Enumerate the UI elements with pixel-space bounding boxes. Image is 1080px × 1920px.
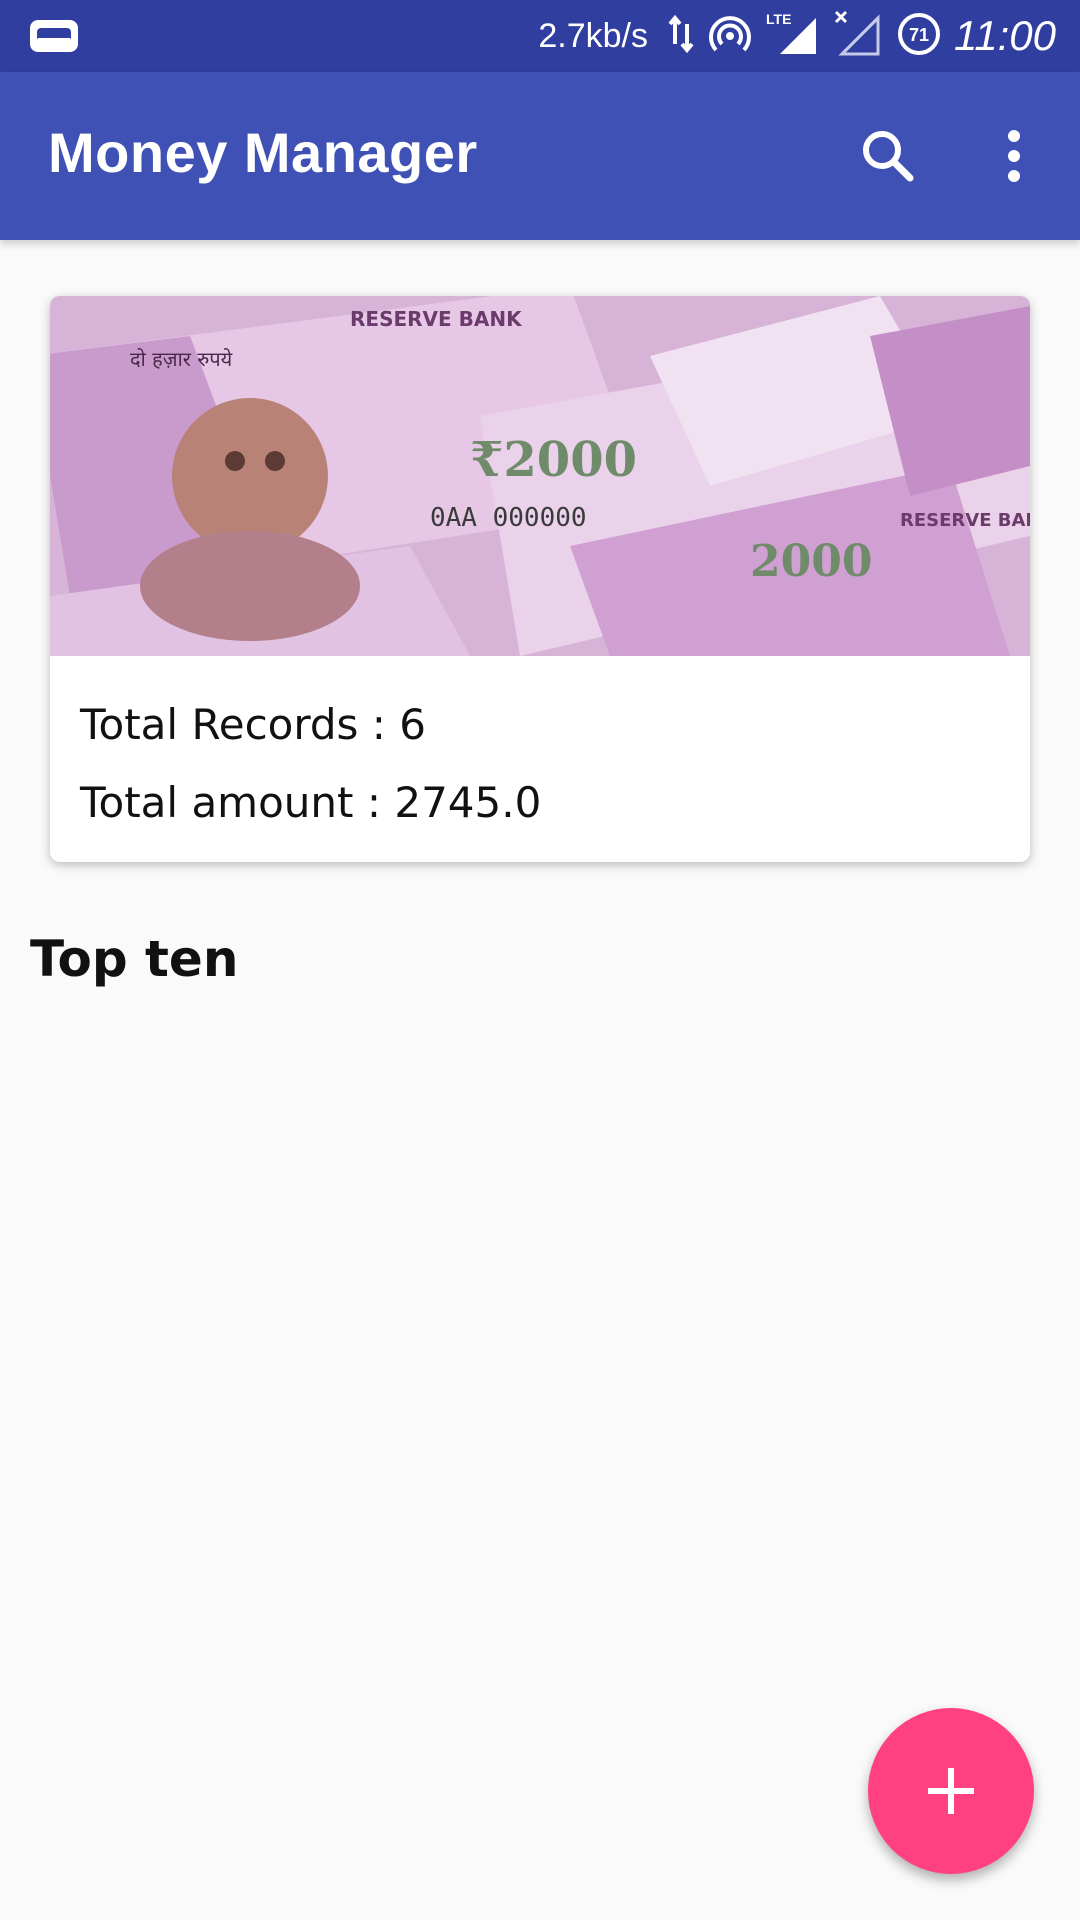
app-title: Money Manager: [48, 121, 478, 184]
lte-signal-icon: LTE: [766, 10, 820, 62]
svg-text:LTE: LTE: [766, 11, 791, 27]
battery-icon: 71: [896, 11, 942, 61]
add-icon: [928, 1768, 974, 1814]
svg-text:RESERVE BANK OF: RESERVE BANK OF: [900, 510, 1030, 531]
more-options-button[interactable]: [978, 120, 1050, 192]
status-time: 11:00: [954, 12, 1056, 59]
data-transfer-icon: [668, 14, 694, 58]
app-notification-icon: [28, 18, 80, 54]
svg-text:71: 71: [909, 25, 929, 45]
top-ten-heading: Top ten: [30, 930, 239, 988]
status-bar: 2.7kb/s LTE 71 11:00: [0, 0, 1080, 72]
hotspot-icon: [708, 12, 752, 60]
add-record-button[interactable]: [868, 1708, 1034, 1874]
total-records-text: Total Records : 6: [80, 700, 427, 749]
summary-card[interactable]: ₹2000 0AA 000000 RESERVE BANK दो हज़ार र…: [50, 296, 1030, 862]
no-signal-icon: [834, 10, 882, 62]
currency-notes-image: ₹2000 0AA 000000 RESERVE BANK दो हज़ार र…: [50, 296, 1030, 656]
svg-text:0AA 000000: 0AA 000000: [430, 503, 587, 533]
svg-text:RESERVE BANK: RESERVE BANK: [350, 307, 523, 331]
search-button[interactable]: [852, 120, 924, 192]
search-icon: [863, 131, 914, 182]
svg-text:दो हज़ार रुपये: दो हज़ार रुपये: [130, 347, 233, 371]
app-bar: Money Manager: [0, 72, 1080, 240]
more-vert-icon: [1008, 130, 1020, 182]
svg-text:₹2000: ₹2000: [470, 432, 637, 488]
svg-text:2000: 2000: [750, 536, 872, 587]
network-speed: 2.7kb/s: [538, 16, 648, 55]
total-amount-text: Total amount : 2745.0: [80, 778, 542, 827]
